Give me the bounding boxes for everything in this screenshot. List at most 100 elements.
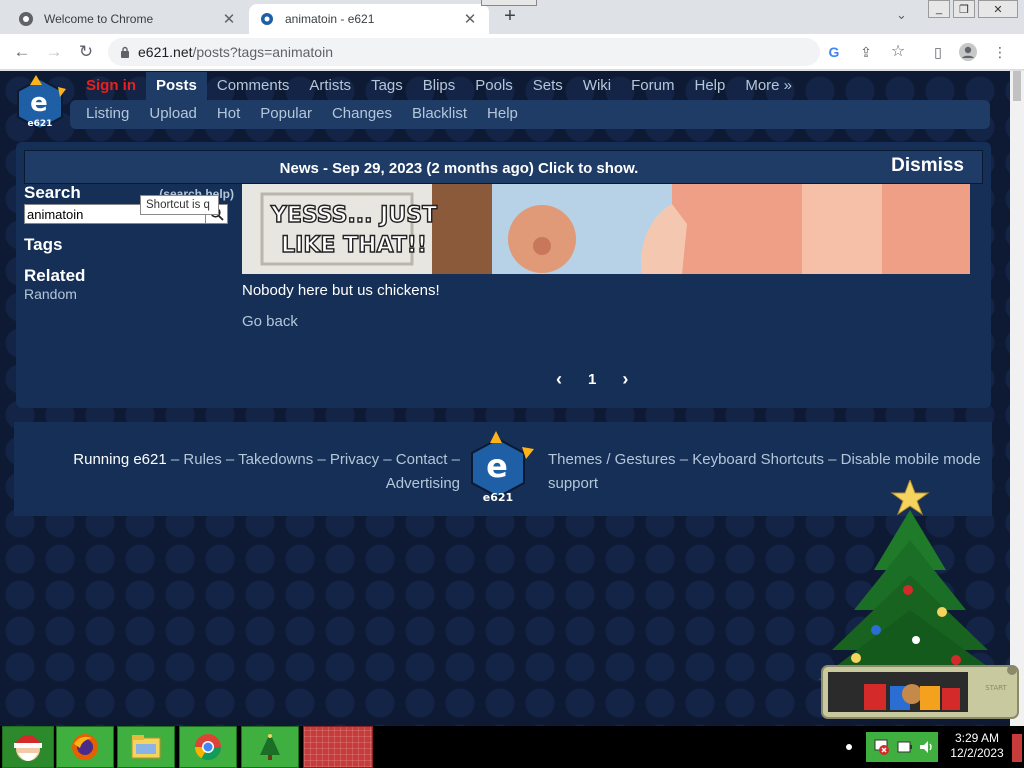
taskbar-chrome[interactable] (179, 726, 237, 768)
support-link[interactable]: support (548, 475, 598, 492)
svg-text:START: START (985, 684, 1007, 692)
nav-wiki[interactable]: Wiki (573, 72, 621, 100)
svg-text:LIKE THAT!!: LIKE THAT!! (281, 233, 427, 258)
svg-text:e: e (486, 447, 508, 485)
subnav-hot[interactable]: Hot (207, 100, 250, 129)
advertising-link[interactable]: Advertising (386, 475, 460, 492)
close-icon[interactable]: ✕ (220, 10, 238, 28)
tree-star-icon (890, 480, 930, 516)
minimize-button[interactable]: _ (928, 0, 950, 18)
prev-page-icon[interactable]: ‹ (556, 369, 562, 390)
nav-sign-in[interactable]: Sign in (76, 72, 146, 100)
nav-artists[interactable]: Artists (299, 72, 361, 100)
news-banner[interactable]: News - Sep 29, 2023 (2 months ago) Click… (24, 150, 983, 184)
footer-left-links: Running e621 – Rules – Takedowns – Priva… (73, 451, 460, 492)
posts-panel: News - Sep 29, 2023 (2 months ago) Click… (16, 142, 991, 408)
takedowns-link[interactable]: Takedowns (238, 451, 313, 468)
taskbar-clock[interactable]: 3:29 AM 12/2/2023 (942, 731, 1012, 761)
dismiss-button[interactable]: Dismiss (891, 155, 964, 177)
e621-favicon-icon (261, 13, 273, 25)
search-heading: Search (24, 183, 81, 202)
tab-title: Welcome to Chrome (44, 12, 154, 26)
keyboard-shortcuts-link[interactable]: Keyboard Shortcuts (692, 451, 824, 468)
news-text[interactable]: News - Sep 29, 2023 (2 months ago) Click… (25, 160, 893, 177)
svg-text:e: e (30, 88, 48, 118)
back-icon[interactable]: ← (10, 40, 34, 64)
tree-icon (260, 733, 280, 760)
nav-comments[interactable]: Comments (207, 72, 300, 100)
privacy-link[interactable]: Privacy (330, 451, 379, 468)
santa-icon (14, 735, 42, 761)
nav-tags[interactable]: Tags (361, 72, 413, 100)
subnav-popular[interactable]: Popular (250, 100, 322, 129)
random-link[interactable]: Random (24, 286, 234, 302)
next-page-icon[interactable]: › (622, 369, 628, 390)
nav-forum[interactable]: Forum (621, 72, 684, 100)
nav-more[interactable]: More » (735, 72, 802, 100)
volume-icon[interactable] (918, 738, 936, 756)
menu-icon[interactable]: ⋮ (990, 42, 1010, 62)
share-icon[interactable]: ⇪ (856, 42, 876, 62)
tray-indicator-icon (846, 744, 852, 750)
chrome-icon (19, 12, 33, 26)
profile-icon[interactable] (958, 42, 978, 62)
clock-date: 12/2/2023 (950, 746, 1004, 760)
contact-link[interactable]: Contact (396, 451, 448, 468)
maximize-button[interactable]: ❐ (953, 0, 975, 18)
address-bar[interactable]: e621.net/posts?tags=animatoin (108, 38, 820, 66)
tab-welcome[interactable]: Welcome to Chrome ✕ (8, 4, 248, 34)
new-tab-button[interactable]: + (499, 6, 521, 28)
taskbar-tree-app[interactable] (241, 726, 299, 768)
side-panel-icon[interactable]: ▯ (928, 42, 948, 62)
taskbar-explorer[interactable] (117, 726, 175, 768)
svg-text:e621: e621 (483, 491, 513, 504)
power-icon[interactable] (896, 738, 914, 756)
subnav-blacklist[interactable]: Blacklist (402, 100, 477, 129)
sub-nav: Listing Upload Hot Popular Changes Black… (70, 100, 990, 129)
tab-search-icon[interactable]: ⌄ (896, 7, 907, 23)
nav-pools[interactable]: Pools (465, 72, 523, 100)
forward-icon[interactable]: → (42, 40, 66, 64)
start-button[interactable] (2, 726, 54, 768)
related-heading: Related (24, 266, 86, 285)
tab-strip: Welcome to Chrome ✕ animatoin - e621 ✕ +… (0, 0, 1024, 34)
svg-text:e621: e621 (28, 119, 53, 129)
url-text: e621.net/posts?tags=animatoin (138, 44, 333, 60)
network-icon[interactable] (874, 738, 892, 756)
running-e621-text: Running e621 (73, 451, 167, 468)
nav-blips[interactable]: Blips (413, 72, 466, 100)
firefox-icon (72, 734, 98, 760)
scrollbar-thumb[interactable] (1013, 71, 1021, 101)
subnav-upload[interactable]: Upload (139, 100, 207, 129)
reload-icon[interactable]: ↻ (74, 40, 98, 64)
nav-sets[interactable]: Sets (523, 72, 573, 100)
browser-toolbar: ← → ↻ e621.net/posts?tags=animatoin G ⇪ … (0, 34, 1024, 70)
subnav-help[interactable]: Help (477, 100, 528, 129)
go-back-link[interactable]: Go back (242, 313, 298, 330)
subnav-listing[interactable]: Listing (76, 100, 139, 129)
christmas-tree-gadget[interactable]: START (816, 480, 1022, 726)
nav-posts[interactable]: Posts (146, 72, 207, 100)
taskbar-active-window[interactable] (303, 726, 373, 768)
nav-help[interactable]: Help (684, 72, 735, 100)
disable-mobile-mode-link[interactable]: Disable mobile mode (841, 451, 981, 468)
taskbar-firefox[interactable] (56, 726, 114, 768)
close-window-button[interactable]: ✕ (978, 0, 1018, 18)
tags-heading: Tags (24, 235, 63, 254)
e621-logo[interactable]: e e621 (14, 75, 66, 133)
show-desktop-button[interactable] (1012, 734, 1022, 762)
close-icon[interactable]: ✕ (461, 10, 479, 28)
empty-results-message: Nobody here but us chickens! (242, 282, 440, 299)
main-nav: Sign in Posts Comments Artists Tags Blip… (76, 72, 802, 100)
file-explorer-icon (131, 735, 161, 759)
themes-gestures-link[interactable]: Themes / Gestures (548, 451, 676, 468)
clock-time: 3:29 AM (954, 731, 1000, 745)
tab-e621[interactable]: animatoin - e621 ✕ (249, 4, 489, 34)
chrome-icon (194, 734, 222, 761)
bookmark-star-icon[interactable]: ☆ (888, 42, 908, 62)
svg-text:YESSS... JUST: YESSS... JUST (270, 203, 437, 228)
search-tooltip: Shortcut is q (140, 195, 219, 215)
subnav-changes[interactable]: Changes (322, 100, 402, 129)
google-icon[interactable]: G (824, 42, 844, 62)
rules-link[interactable]: Rules (183, 451, 221, 468)
